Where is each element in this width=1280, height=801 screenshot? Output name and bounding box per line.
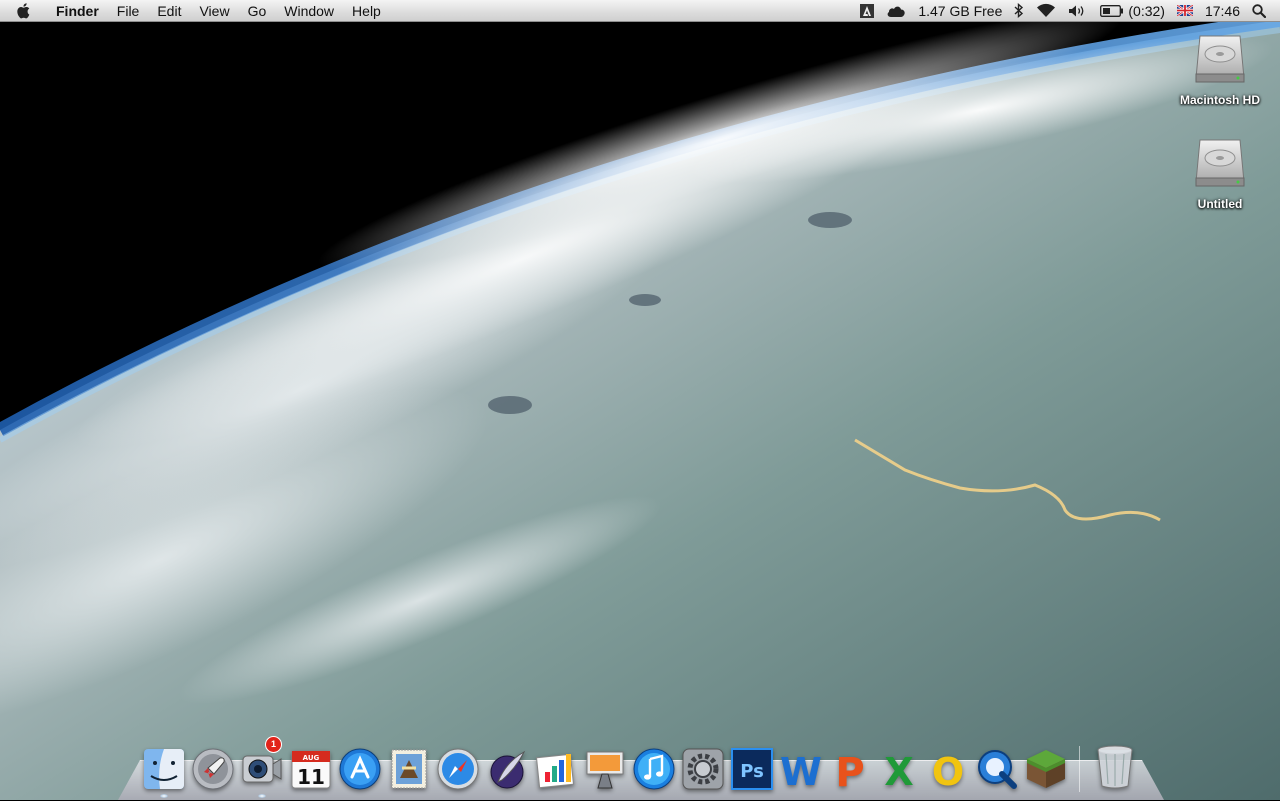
chart-icon (535, 753, 574, 789)
dock-item-photoshop[interactable]: Ps (727, 736, 776, 790)
dock-item-powerpoint[interactable]: P (825, 736, 874, 790)
spotlight-button[interactable] (1246, 0, 1272, 22)
dock-item-excel[interactable]: X (874, 736, 923, 790)
apple-menu[interactable] (0, 0, 47, 22)
apple-logo-icon (17, 2, 30, 18)
rocket-icon (192, 748, 233, 790)
battery-time-remaining: (0:32) (1128, 2, 1165, 19)
mail-stamp-icon (391, 749, 426, 789)
dock-item-minecraft[interactable] (1021, 736, 1070, 790)
quicktime-icon (977, 750, 1017, 789)
calendar-month: AUG (302, 754, 319, 762)
excel-icon: X (884, 750, 913, 790)
quill-icon (490, 750, 525, 789)
dock-item-system-preferences[interactable] (678, 736, 727, 790)
menu-help[interactable]: Help (343, 0, 390, 22)
icloud-menu-extra[interactable] (880, 0, 912, 22)
menu-app-finder[interactable]: Finder (47, 0, 108, 22)
compass-icon (437, 748, 478, 790)
dock-item-finder[interactable] (139, 736, 188, 798)
dock-item-grapher[interactable] (531, 736, 580, 790)
calendar-day: 11 (297, 765, 325, 789)
adobe-menu-extra[interactable] (854, 0, 880, 22)
adobe-icon (860, 3, 875, 18)
desktop-icon-untitled[interactable]: Untitled (1170, 134, 1270, 211)
running-indicator (257, 794, 266, 798)
finder-icon (143, 749, 184, 789)
dock-item-app-store[interactable] (335, 736, 384, 790)
dock-item-mail[interactable] (384, 736, 433, 790)
battery-icon (1100, 4, 1124, 17)
menu-file[interactable]: File (108, 0, 149, 22)
hard-drive-icon (1195, 139, 1245, 187)
menu-go[interactable]: Go (239, 0, 276, 22)
grass-block-icon (1026, 750, 1065, 788)
hard-drive-icon (1195, 35, 1245, 83)
battery-menu-extra[interactable]: (0:32) (1094, 0, 1171, 22)
photoshop-icon: Ps (730, 748, 773, 790)
calendar-icon: AUG 11 (291, 750, 330, 789)
running-indicator (159, 794, 168, 798)
cloud-icon (887, 6, 906, 17)
dock-separator (1070, 736, 1090, 792)
outlook-icon: O (931, 750, 963, 790)
word-icon: W (780, 750, 822, 790)
desktop-icon-label: Untitled (1197, 197, 1243, 211)
wifi-icon (1037, 3, 1056, 17)
menu-clock[interactable]: 17:46 (1199, 0, 1246, 22)
desktop-icon-label: Macintosh HD (1179, 93, 1260, 107)
dock-item-itunes[interactable] (629, 736, 678, 790)
photoshop-glyph: Ps (740, 761, 764, 782)
bluetooth-icon (1014, 3, 1024, 18)
disk-free-indicator[interactable]: 1.47 GB Free (912, 0, 1008, 22)
dock-item-outlook[interactable]: O (923, 736, 972, 790)
powerpoint-glyph: P (835, 750, 864, 790)
volume-icon (1069, 5, 1084, 16)
dock-item-script-editor[interactable] (482, 736, 531, 790)
app-store-icon (339, 748, 380, 790)
dock-item-trash[interactable] (1090, 736, 1139, 790)
music-note-icon (633, 748, 674, 790)
dock-item-facetime[interactable]: 1 (237, 736, 286, 798)
dock: 1 AUG 11 Ps W P X O (139, 736, 1139, 798)
word-glyph: W (780, 750, 822, 790)
dock-item-word[interactable]: W (776, 736, 825, 790)
volume-menu-extra[interactable] (1062, 0, 1094, 22)
desktop-icon-macintosh-hd[interactable]: Macintosh HD (1170, 30, 1270, 107)
powerpoint-icon: P (835, 750, 864, 790)
excel-glyph: X (884, 750, 913, 790)
dock-item-safari[interactable] (433, 736, 482, 790)
wifi-menu-extra[interactable] (1030, 0, 1062, 22)
gear-icon (682, 748, 723, 790)
trash-icon (1097, 745, 1132, 789)
notification-badge: 1 (265, 736, 282, 753)
menu-view[interactable]: View (190, 0, 238, 22)
dock-item-calendar[interactable]: AUG 11 (286, 736, 335, 790)
menu-bar: Finder File Edit View Go Window Help 1.4… (0, 0, 1280, 22)
menu-window[interactable]: Window (275, 0, 343, 22)
menu-edit[interactable]: Edit (148, 0, 190, 22)
facetime-camera-icon (242, 755, 281, 783)
input-source-menu[interactable] (1171, 0, 1199, 22)
search-icon (1252, 3, 1266, 18)
desktop-wallpaper (0, 0, 1280, 800)
keynote-podium-icon (586, 751, 623, 789)
outlook-glyph: O (931, 750, 963, 790)
bluetooth-menu-extra[interactable] (1008, 0, 1030, 22)
uk-flag-icon (1176, 5, 1193, 16)
dock-item-quicktime[interactable] (972, 736, 1021, 790)
dock-item-launchpad[interactable] (188, 736, 237, 790)
dock-item-keynote[interactable] (580, 736, 629, 790)
